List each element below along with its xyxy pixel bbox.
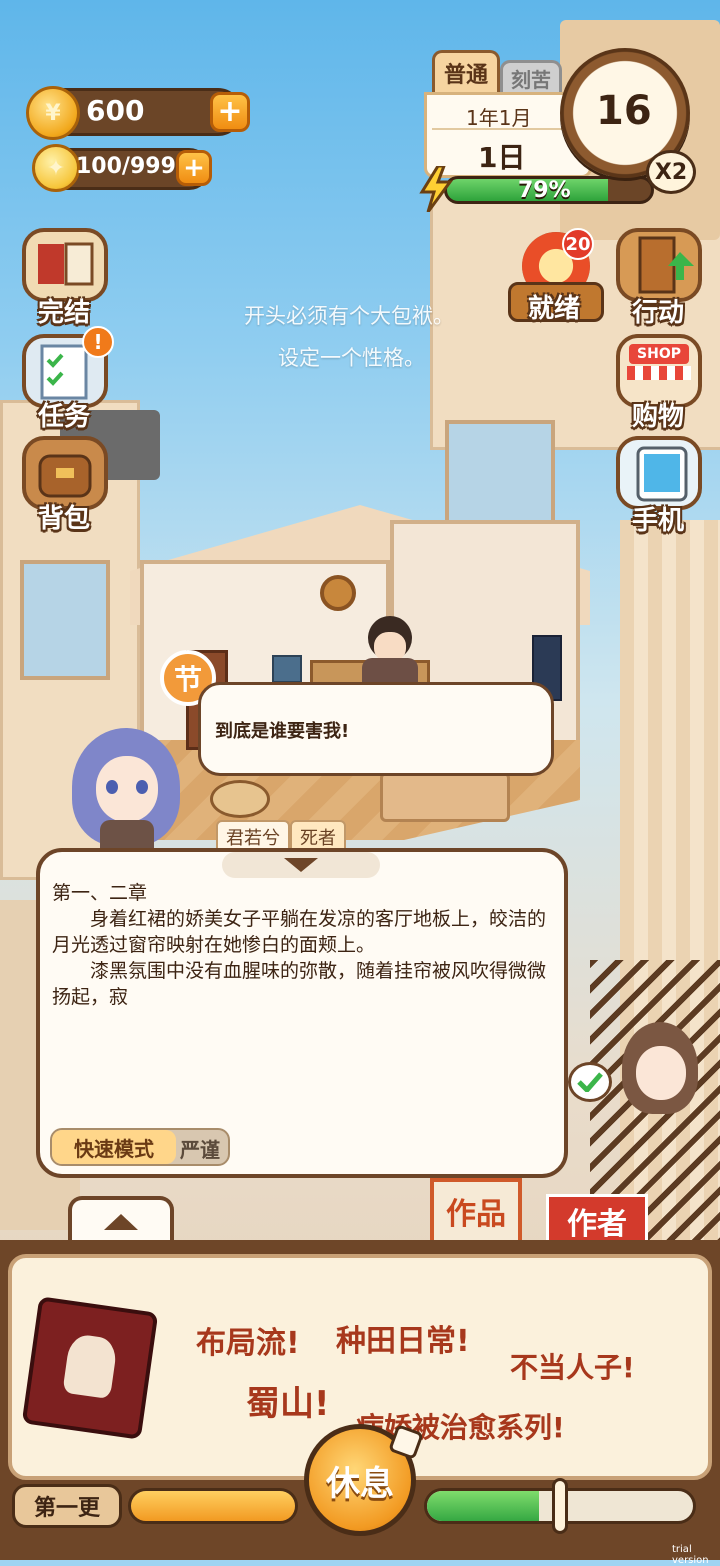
theme-tag-1: 布局流! (196, 1326, 300, 1361)
theme-tag-2: 种田日常! (336, 1324, 470, 1359)
expand-panel-button[interactable] (68, 1196, 174, 1244)
tab-hard[interactable]: 刻苦 (500, 60, 562, 94)
action-button[interactable]: 行动 (614, 228, 710, 328)
shop-button[interactable]: SHOP 购物 (614, 334, 710, 432)
left-progress-fill (131, 1491, 295, 1521)
tab-hard-label: 刻苦 (511, 68, 551, 92)
ready-label: 就绪 (528, 294, 581, 324)
watermark: trial version (672, 1544, 709, 1566)
mode-fast-label: 快速模式 (74, 1136, 154, 1161)
speed-label: X2 (654, 159, 688, 185)
story-paragraph-1: 身着红裙的娇美女子平躺在发凉的客厅地板上，皎洁的月光透过窗帘映射在她惨白的面颊上… (52, 908, 547, 956)
lightbulb-icon: ✦ (32, 144, 80, 192)
mode-strict-label[interactable]: 严谨 (180, 1134, 220, 1163)
round-window (320, 575, 356, 611)
shop-sign: SHOP (629, 344, 689, 364)
author-tab-label: 作者 (567, 1206, 627, 1242)
calendar-year-month: 1年1月 (466, 106, 532, 130)
building-window (20, 560, 110, 680)
calendar-day: 1日 (478, 141, 526, 174)
chevron-up-icon (104, 1214, 138, 1230)
action-label: 行动 (632, 298, 685, 328)
energy-amount: 100/999 (76, 154, 176, 179)
works-tab-label: 作品 (446, 1197, 506, 1232)
bed (380, 772, 510, 822)
checkmark-icon[interactable] (568, 1062, 612, 1102)
bag-button[interactable]: 背包 (18, 436, 114, 534)
open-book-icon (22, 228, 108, 302)
chevron-down-icon (284, 858, 318, 872)
progress-marker[interactable] (552, 1478, 568, 1534)
character-portrait-eye (136, 780, 148, 794)
add-coins-button[interactable]: + (210, 92, 250, 132)
author-tab[interactable]: 作者 (546, 1194, 648, 1244)
character-portrait-eye (106, 780, 118, 794)
tasks-button[interactable]: 任务 ! (18, 326, 114, 432)
shop-awning (627, 366, 691, 380)
alert-icon: ! (82, 326, 114, 358)
tab-normal[interactable]: 普通 (432, 50, 500, 92)
bag-label: 背包 (38, 504, 91, 534)
ready-count-badge: 20 (562, 228, 594, 260)
day-progress-text: 79% (518, 178, 571, 203)
theme-tag-3: 不当人子! (510, 1351, 635, 1384)
right-progress-fill (427, 1491, 539, 1521)
speed-button[interactable]: X2 (646, 150, 696, 194)
shop-label: 购物 (632, 402, 685, 432)
theme-tag-4: 蜀山! (246, 1384, 330, 1424)
book-icon[interactable] (21, 1296, 159, 1440)
speech-bubble[interactable]: 到底是谁要害我! (198, 682, 554, 776)
lightning-icon[interactable] (418, 164, 454, 213)
hint-line-2: 设定一个性格。 (278, 346, 425, 370)
tasks-label: 任务 (38, 402, 91, 432)
round-rug (210, 780, 270, 818)
book-silhouette (62, 1332, 119, 1400)
day-counter: 16 (596, 88, 652, 134)
chapter-button[interactable]: 第一更 (12, 1484, 122, 1528)
phone-button[interactable]: 手机 (614, 436, 710, 536)
finish-label: 完结 (38, 298, 91, 328)
speech-text: 到底是谁要害我! (215, 721, 350, 742)
finish-button[interactable]: 完结 (18, 228, 114, 328)
story-heading: 第一、二章 (52, 882, 148, 904)
calendar-divider (432, 128, 582, 130)
door-icon (616, 228, 702, 302)
coin-icon: ¥ (26, 86, 80, 140)
bookshelf (272, 655, 302, 683)
collapse-button[interactable] (222, 852, 380, 878)
tab-normal-label: 普通 (443, 62, 488, 88)
works-tab[interactable]: 作品 (430, 1178, 522, 1240)
assistant-portrait-face (636, 1046, 686, 1100)
hint-line-1: 开头必须有个大包袱。 (244, 304, 454, 328)
phone-label: 手机 (632, 506, 685, 536)
section-badge-label: 节 (173, 663, 202, 696)
add-energy-button[interactable]: + (176, 150, 212, 186)
chapter-label: 第一更 (33, 1496, 100, 1521)
story-paragraph-2: 漆黑氛围中没有血腥味的弥散，随着挂帘被风吹得微微扬起，寂 (52, 960, 547, 1008)
left-progress-bar (128, 1488, 298, 1524)
coin-amount: 600 (86, 94, 145, 127)
mode-fast-option[interactable]: 快速模式 (52, 1130, 176, 1164)
phone-icon (616, 436, 702, 510)
rest-label: 休息 (326, 1463, 394, 1504)
ready-button[interactable]: 就绪 20 (508, 226, 604, 326)
